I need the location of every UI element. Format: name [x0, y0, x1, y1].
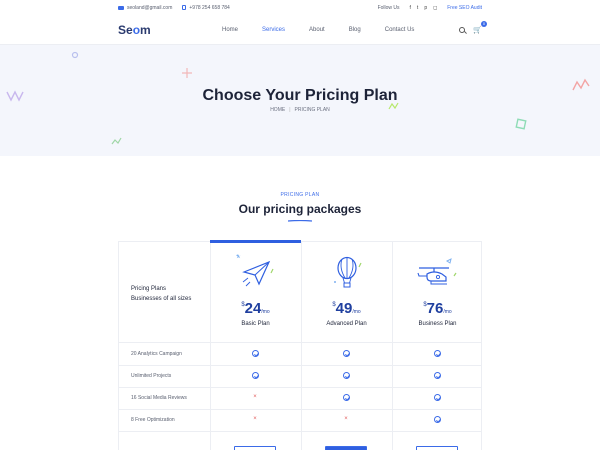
- featured-accent-bar: [210, 240, 301, 243]
- check-icon: [251, 372, 259, 379]
- check-icon: [342, 372, 350, 379]
- price-period: /mo: [352, 309, 361, 315]
- search-icon[interactable]: [459, 26, 466, 33]
- plan-name: Business Plan: [418, 321, 457, 327]
- pricing-table: Pricing Plans Businesses of all sizes $2…: [118, 240, 483, 450]
- row-divider: [119, 409, 481, 410]
- plans-label-subtitle: Businesses of all sizes: [131, 296, 192, 302]
- phone-icon: [182, 5, 187, 10]
- page-hero: Choose Your Pricing Plan HOME | PRICING PL…: [0, 45, 600, 156]
- phone-text: +978 254 658 784: [189, 4, 230, 11]
- price-amount: 49: [335, 300, 353, 317]
- phone-contact[interactable]: +978 254 658 784: [182, 4, 230, 11]
- price-amount: 76: [426, 300, 444, 317]
- nav-item-services[interactable]: Services: [262, 27, 285, 33]
- plus-decoration-icon: [182, 68, 192, 78]
- check-icon: [342, 350, 350, 357]
- plan-name: Advanced Plan: [326, 321, 367, 327]
- nav-item-blog[interactable]: Blog: [349, 27, 361, 33]
- mail-icon: [118, 5, 124, 10]
- logo-highlight: o: [132, 22, 141, 37]
- logo[interactable]: Seom: [118, 23, 151, 37]
- feature-label: Unlimited Projects: [131, 373, 172, 379]
- nav-item-about[interactable]: About: [309, 27, 325, 33]
- breadcrumb-home[interactable]: HOME: [270, 107, 285, 113]
- row-divider: [119, 387, 481, 388]
- logo-text-start: Se: [118, 22, 133, 37]
- check-icon: [342, 394, 350, 401]
- ring-decoration-icon: [71, 51, 79, 59]
- section-title: Our pricing packages: [238, 202, 362, 216]
- top-bar-right: Follow Us f t p ◻ Free SEO Audit: [378, 5, 482, 11]
- plan-price: $76/mo: [392, 300, 483, 318]
- plan-price: $49/mo: [301, 300, 392, 318]
- check-icon: [433, 372, 441, 379]
- feature-label: 8 Free Optimization: [131, 417, 175, 423]
- facebook-icon[interactable]: f: [410, 5, 411, 11]
- price-amount: 24: [244, 300, 262, 317]
- social-links: f t p ◻: [410, 5, 438, 11]
- row-divider: [119, 365, 481, 366]
- plan-business: $76/mo Business Plan: [392, 242, 483, 343]
- business-plan-button[interactable]: [416, 446, 458, 450]
- email-contact[interactable]: seoland@gmail.com: [118, 5, 172, 11]
- top-bar: seoland@gmail.com +978 254 658 784 Follo…: [0, 0, 600, 15]
- price-period: /mo: [443, 309, 452, 315]
- plan-advanced: $49/mo Advanced Plan: [301, 242, 392, 343]
- nav-menu: Home Services About Blog Contact Us: [222, 27, 438, 33]
- cart-count-badge: 0: [481, 20, 487, 27]
- follow-label: Follow Us: [377, 4, 400, 11]
- price-period: /mo: [261, 309, 270, 315]
- nav-item-home[interactable]: Home: [222, 27, 238, 33]
- check-icon: [433, 350, 441, 357]
- helicopter-icon: [417, 258, 457, 285]
- cross-icon: ×: [344, 416, 348, 422]
- plan-name: Basic Plan: [241, 321, 270, 327]
- table-header-row: Pricing Plans Businesses of all sizes $2…: [119, 240, 483, 343]
- breadcrumb-separator: |: [289, 107, 291, 113]
- price-currency: $: [241, 302, 245, 308]
- cross-icon: ×: [253, 416, 257, 422]
- feature-label: 20 Analytics Campaign: [131, 351, 182, 357]
- basic-plan-button[interactable]: [234, 446, 276, 450]
- page-title: Choose Your Pricing Plan: [202, 87, 398, 104]
- check-icon: [433, 416, 441, 423]
- breadcrumb-current: PRICING PLAN: [294, 107, 330, 113]
- free-seo-audit-link[interactable]: Free SEO Audit: [447, 5, 482, 11]
- check-icon: [433, 394, 441, 401]
- section-kicker: PRICING PLAN: [280, 192, 320, 198]
- hot-air-balloon-icon: [334, 256, 362, 288]
- square-decoration-icon: [515, 118, 527, 130]
- pricing-page: seoland@gmail.com +978 254 658 784 Follo…: [0, 0, 600, 450]
- plan-price: $24/mo: [210, 300, 301, 318]
- instagram-icon[interactable]: ◻: [433, 5, 437, 11]
- nav-icons: 🛒 0: [459, 20, 487, 34]
- twitter-icon[interactable]: t: [417, 5, 418, 11]
- check-icon: [251, 350, 259, 357]
- top-bar-contact: seoland@gmail.com +978 254 658 784: [118, 5, 230, 11]
- plans-label-title: Pricing Plans: [131, 286, 167, 292]
- advanced-plan-button[interactable]: [325, 446, 367, 450]
- email-text: seoland@gmail.com: [127, 4, 173, 11]
- row-divider: [119, 431, 481, 432]
- paper-plane-icon: [236, 254, 274, 287]
- price-currency: $: [332, 302, 336, 308]
- squiggle-small-decoration-icon: [111, 137, 122, 145]
- plans-label: Pricing Plans Businesses of all sizes: [131, 284, 191, 304]
- cart-icon[interactable]: 🛒 0: [473, 20, 487, 34]
- feature-label: 16 Social Media Reviews: [131, 395, 187, 401]
- main-nav: Seom Home Services About Blog Contact Us…: [0, 15, 600, 45]
- title-underline-decoration: [288, 220, 312, 222]
- pinterest-icon[interactable]: p: [424, 5, 427, 11]
- price-currency: $: [423, 302, 427, 308]
- cross-icon: ×: [253, 394, 257, 400]
- logo-text-end: m: [140, 22, 151, 37]
- nav-item-contact-us[interactable]: Contact Us: [385, 27, 415, 33]
- plan-basic: $24/mo Basic Plan: [210, 240, 301, 343]
- breadcrumb: HOME | PRICING PLAN: [0, 107, 600, 113]
